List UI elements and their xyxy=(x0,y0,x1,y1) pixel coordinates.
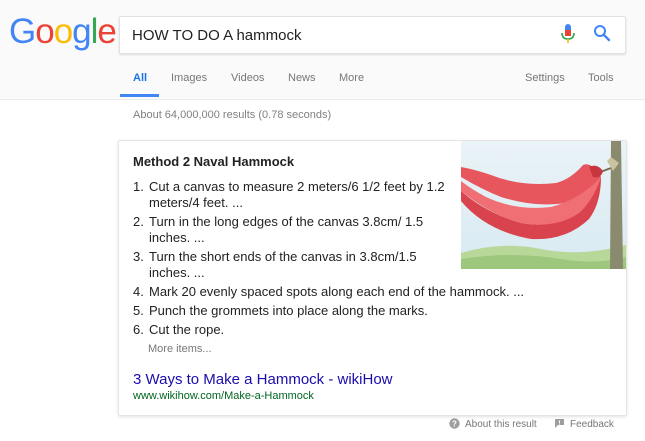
list-item: 1. Cut a canvas to measure 2 meters/6 1/… xyxy=(133,179,449,211)
microphone-icon[interactable] xyxy=(561,24,575,49)
result-url: www.wikihow.com/Make-a-Hammock xyxy=(133,390,314,402)
about-result-label: About this result xyxy=(465,419,537,430)
step-number: 3. xyxy=(133,249,144,264)
result-stats: About 64,000,000 results (0.78 seconds) xyxy=(133,109,332,121)
logo-letter: g xyxy=(72,12,91,51)
help-icon: ? xyxy=(449,418,460,429)
tab-videos[interactable]: Videos xyxy=(231,72,264,84)
step-text: Punch the grommets into place along the … xyxy=(149,303,428,318)
featured-snippet-card: Method 2 Naval Hammock 1. Cut a canvas t… xyxy=(118,140,627,416)
list-item: 6. Cut the rope. xyxy=(133,322,539,338)
step-number: 5. xyxy=(133,303,144,318)
list-item: 5. Punch the grommets into place along t… xyxy=(133,303,539,319)
logo-letter: l xyxy=(90,12,99,51)
feedback-label: Feedback xyxy=(570,419,614,430)
list-item: 3. Turn the short ends of the canvas in … xyxy=(133,249,449,281)
header: Google All Images Videos News More Setti… xyxy=(0,0,645,100)
magnifier-icon[interactable] xyxy=(593,24,611,47)
step-text: Mark 20 evenly spaced spots along each e… xyxy=(149,284,525,299)
step-number: 4. xyxy=(133,284,144,299)
logo-letter: G xyxy=(9,12,36,51)
google-logo[interactable]: Google xyxy=(9,12,117,52)
search-tabs: All Images Videos News More Settings Too… xyxy=(0,70,645,99)
list-item: 2. Turn in the long edges of the canvas … xyxy=(133,214,449,246)
logo-letter: e xyxy=(97,12,116,51)
logo-letter: o xyxy=(35,12,54,51)
step-text: Turn the short ends of the canvas in 3.8… xyxy=(149,249,417,280)
search-input[interactable] xyxy=(132,25,552,45)
result-title-link[interactable]: 3 Ways to Make a Hammock - wikiHow xyxy=(133,371,393,388)
tab-tools[interactable]: Tools xyxy=(588,72,614,84)
step-number: 6. xyxy=(133,322,144,337)
step-text: Cut a canvas to measure 2 meters/6 1/2 f… xyxy=(149,179,445,210)
list-item: 4. Mark 20 evenly spaced spots along eac… xyxy=(133,284,539,300)
tab-all[interactable]: All xyxy=(133,72,147,84)
logo-letter: o xyxy=(53,12,73,51)
step-number: 1. xyxy=(133,179,144,194)
feedback-icon xyxy=(555,419,564,428)
snippet-title: Method 2 Naval Hammock xyxy=(133,154,295,169)
active-tab-indicator xyxy=(120,94,159,97)
tab-images[interactable]: Images xyxy=(171,72,207,84)
step-text: Turn in the long edges of the canvas 3.8… xyxy=(149,214,424,245)
more-items-link[interactable]: More items... xyxy=(148,343,212,355)
tab-settings[interactable]: Settings xyxy=(525,72,565,84)
step-number: 2. xyxy=(133,214,144,229)
search-box[interactable] xyxy=(119,16,626,54)
hammock-image[interactable] xyxy=(461,141,626,269)
about-result-link[interactable]: ? About this result xyxy=(449,418,537,430)
step-text: Cut the rope. xyxy=(149,322,225,337)
tab-news[interactable]: News xyxy=(288,72,316,84)
feedback-link[interactable]: Feedback xyxy=(554,418,614,430)
tab-more[interactable]: More xyxy=(339,72,364,84)
svg-text:?: ? xyxy=(452,419,457,428)
